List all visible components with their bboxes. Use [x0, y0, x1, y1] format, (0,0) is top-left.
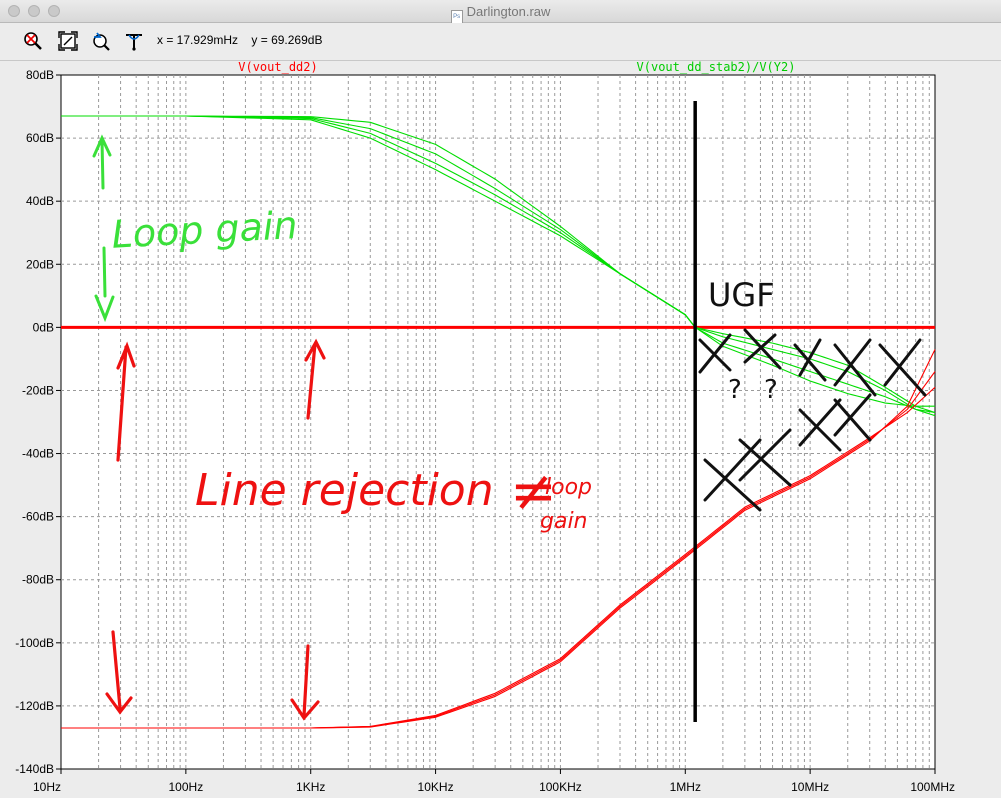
toolbar: x = 17.929mHz y = 69.269dB	[0, 23, 1001, 61]
y-tick-label: -20dB	[22, 383, 54, 397]
y-tick-label: 80dB	[26, 68, 54, 82]
x-tick-label: 10Hz	[33, 780, 61, 794]
y-tick-label: 20dB	[26, 257, 54, 271]
x-tick-label: 1MHz	[670, 780, 701, 794]
x-tick-label: 10KHz	[418, 780, 454, 794]
trace-label-red[interactable]: V(vout_dd2)	[238, 61, 317, 74]
x-tick-label: 100KHz	[539, 780, 582, 794]
trace-label-green[interactable]: V(vout_dd_stab2)/V(Y2)	[637, 61, 796, 74]
cursor-readout: x = 17.929mHz y = 69.269dB	[157, 33, 322, 47]
undo-zoom-icon[interactable]	[91, 31, 111, 51]
document-icon: Ps	[450, 10, 463, 24]
probe-icon[interactable]	[124, 31, 144, 51]
y-tick-label: -100dB	[15, 636, 54, 650]
x-tick-label: 10MHz	[791, 780, 829, 794]
zoom-cancel-icon[interactable]	[23, 31, 43, 51]
x-readout: x = 17.929mHz	[157, 33, 239, 47]
x-tick-label: 100MHz	[910, 780, 955, 794]
y-tick-label: 60dB	[26, 131, 54, 145]
title-bar: Ps Darlington.raw	[0, 0, 1001, 24]
bode-plot[interactable]: 80dB 60dB 40dB 20dB 0dB -20dB -40dB -60dB -80dB -…	[0, 61, 1001, 798]
y-tick-label: -40dB	[22, 447, 54, 461]
y-tick-label: -60dB	[22, 510, 54, 524]
question-mark-2: ?	[764, 375, 778, 405]
loop-annotation: loop	[545, 475, 592, 500]
x-tick-label: 1KHz	[296, 780, 325, 794]
y-tick-label: -140dB	[15, 762, 54, 776]
zoom-fit-icon[interactable]	[58, 31, 78, 51]
ugf-annotation: UGF	[708, 276, 775, 314]
y-tick-label: 0dB	[33, 320, 54, 334]
y-tick-label: -120dB	[15, 699, 54, 713]
gain-annotation: gain	[540, 509, 588, 534]
plot-area	[60, 74, 936, 770]
y-readout: y = 69.269dB	[251, 33, 323, 47]
window-title: Ps Darlington.raw	[0, 4, 1001, 24]
y-tick-label: -80dB	[22, 573, 54, 587]
question-mark-1: ?	[728, 375, 742, 405]
x-tick-label: 100Hz	[169, 780, 204, 794]
y-tick-label: 40dB	[26, 194, 54, 208]
line-rejection-annotation: Line rejection	[195, 465, 494, 516]
